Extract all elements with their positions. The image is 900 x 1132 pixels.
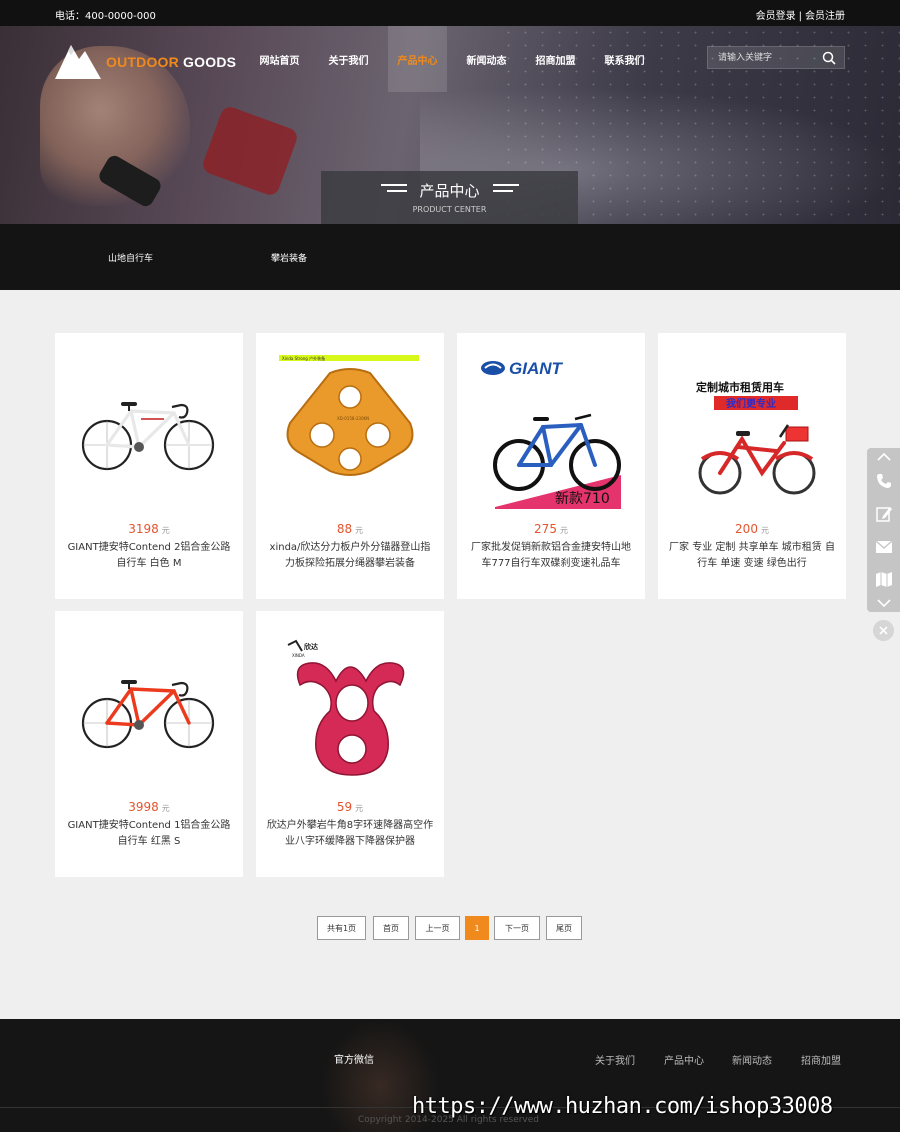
search-icon[interactable] [822,51,836,65]
plate-label: Xinda Strong 户外装备 [282,355,325,361]
road-bike-red-image [81,680,215,749]
product-name[interactable]: 欣达户外攀岩牛角8字环速降器高空作业八字环缓降器下降器保护器 [266,818,434,850]
page-title: 产品中心 [419,182,480,200]
brand-goods: GOODS [183,54,237,70]
rental-bike-image: 定制城市租赁用车 我们更专业 [696,380,816,495]
product-card[interactable]: 3198 元 GIANT捷安特Contend 2铝合金公路自行车 白色 M [55,333,243,599]
rack-brand-en-text: XINDA [292,653,305,658]
nav-home[interactable]: 网站首页 [245,26,314,92]
giant-badge-text: 新款710 [555,491,610,507]
giant-logo-text: GIANT [509,359,564,378]
plate-code: XD-0158-230KN [337,416,369,421]
product-card[interactable]: 定制城市租赁用车 我们更专业 200 元 厂家 专业 定制 共享单车 城市租赁 自… [658,333,846,599]
brand-name: OUTDOOR GOODS [106,54,236,70]
nav-products[interactable]: 产品中心 [388,26,447,92]
pagination-total: 共有1页 [317,916,366,940]
figure-eight-descender-image: 欣达 XINDA [287,639,405,776]
product-card[interactable]: 3998 元 GIANT捷安特Contend 1铝合金公路自行车 红黑 S [55,611,243,877]
category-bar: 山地自行车 攀岩装备 [0,224,900,290]
product-price: 200 元 [735,522,769,536]
rental-title-text: 定制城市租赁用车 [696,380,784,394]
top-bar: 电话：400-0000-000 会员登录 | 会员注册 [0,0,900,26]
chevron-down-icon[interactable] [875,594,893,612]
product-name[interactable]: xinda/欣达分力板户外分锚器登山指力板探险拓展分绳器攀岩装备 [266,540,434,572]
register-link[interactable]: 会员注册 [805,11,845,22]
title-deco-right [493,184,519,194]
phone-icon[interactable] [875,472,893,490]
brand-outdoor: OUTDOOR [106,54,179,70]
nav-franchise[interactable]: 招商加盟 [521,26,590,92]
mail-icon[interactable] [875,538,893,556]
category-mountain-bike[interactable]: 山地自行车 [108,251,153,264]
product-price: 59 元 [336,800,364,814]
nav-contact[interactable]: 联系我们 [590,26,659,92]
product-card[interactable]: GIANT 新款710 275 元 厂家批发促销新款铝合金捷安特山地车777自行车… [457,333,645,599]
mountain-logo-icon [55,45,101,79]
rigging-plate-image: Xinda Strong 户外装备 XD-0158-230KN [279,355,419,476]
nav-about[interactable]: 关于我们 [314,26,383,92]
product-price: 3998 元 [128,800,170,814]
search-input[interactable] [708,47,820,68]
rack-brand-text: 欣达 [304,642,318,651]
road-bike-white-image [81,402,215,471]
footer-link-about[interactable]: 关于我们 [595,1052,635,1067]
pagination-prev[interactable]: 上一页 [415,916,460,940]
product-price: 3198 元 [128,522,170,536]
main-nav: 网站首页 关于我们 产品中心 新闻动态 招商加盟 联系我们 [245,26,659,92]
phone-number: 电话：400-0000-000 [55,11,156,22]
category-climbing-gear[interactable]: 攀岩装备 [271,251,307,264]
footer-link-franchise[interactable]: 招商加盟 [801,1052,841,1067]
product-name[interactable]: GIANT捷安特Contend 1铝合金公路自行车 红黑 S [65,818,233,850]
map-icon[interactable] [875,570,893,588]
side-toolbar [867,448,900,612]
banner-jacket-graphic [200,104,300,198]
edit-icon[interactable] [875,505,893,523]
nav-news[interactable]: 新闻动态 [452,26,521,92]
login-link[interactable]: 会员登录 [756,11,796,22]
pagination-next[interactable]: 下一页 [494,916,540,940]
product-name[interactable]: GIANT捷安特Contend 2铝合金公路自行车 白色 M [65,540,233,572]
page-title-box: 产品中心 PRODUCT CENTER [321,171,578,224]
product-card[interactable]: 欣达 XINDA 59 元 欣达户外攀岩牛角8字环速降器高空作业八字环缓降器下降器… [256,611,444,877]
close-icon[interactable] [873,620,894,641]
auth-separator: | [798,11,802,22]
pagination-last[interactable]: 尾页 [546,916,582,940]
pagination-first[interactable]: 首页 [373,916,409,940]
pagination-current[interactable]: 1 [465,916,489,940]
rental-sub-text: 我们更专业 [726,397,776,410]
auth-links: 会员登录 | 会员注册 [756,7,845,22]
product-name[interactable]: 厂家 专业 定制 共享单车 城市租赁 自行车 单速 变速 绿色出行 [668,540,836,572]
footer-link-news[interactable]: 新闻动态 [732,1052,772,1067]
search-box [707,46,845,69]
footer-link-products[interactable]: 产品中心 [664,1052,704,1067]
chevron-up-icon[interactable] [875,448,893,466]
product-price: 275 元 [534,522,568,536]
giant-mountain-bike-image: GIANT 新款710 [481,359,621,509]
product-price: 88 元 [336,522,364,536]
footer-wechat-label: 官方微信 [334,1055,374,1066]
page-subtitle: PRODUCT CENTER [412,205,487,214]
product-name[interactable]: 厂家批发促销新款铝合金捷安特山地车777自行车双碟刹变速礼品车 [467,540,635,572]
product-card[interactable]: Xinda Strong 户外装备 XD-0158-230KN 88 元 xind… [256,333,444,599]
watermark-text: https://www.huzhan.com/ishop33008 [412,1094,833,1119]
